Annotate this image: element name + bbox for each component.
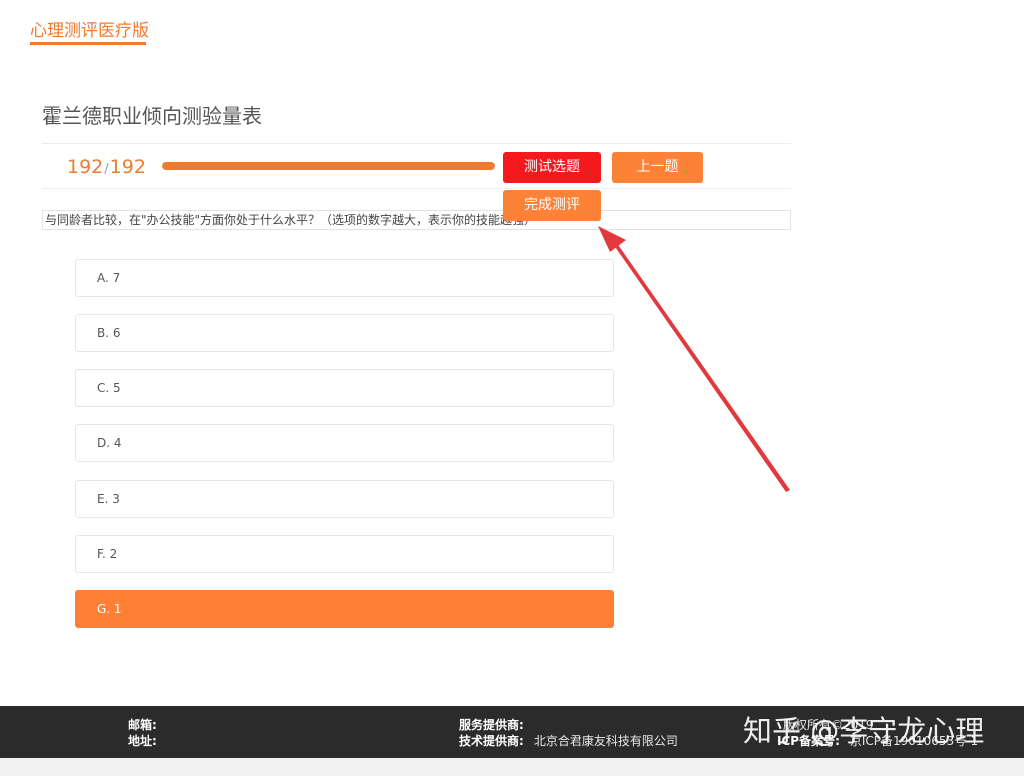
option-c[interactable]: C. 5 (75, 369, 614, 407)
brand-title[interactable]: 心理测评医疗版 (30, 20, 149, 42)
previous-question-button[interactable]: 上一题 (612, 152, 703, 183)
footer-service-provider-label: 服务提供商: (459, 718, 524, 732)
option-d[interactable]: D. 4 (75, 424, 614, 462)
progress-separator: / (104, 162, 109, 177)
option-a[interactable]: A. 7 (75, 259, 614, 297)
brand-underline (30, 42, 146, 45)
progress-total: 192 (109, 156, 146, 178)
select-questions-button[interactable]: 测试选题 (503, 152, 601, 183)
footer-tech-provider: 技术提供商: 北京合君康友科技有限公司 (459, 734, 678, 748)
footer-tech-provider-value: 北京合君康友科技有限公司 (533, 734, 678, 748)
divider-bottom (42, 188, 791, 189)
divider-top (42, 143, 791, 144)
option-b[interactable]: B. 6 (75, 314, 614, 352)
option-e[interactable]: E. 3 (75, 480, 614, 518)
progress-bar (162, 162, 495, 170)
progress-current: 192 (67, 156, 104, 178)
page-title: 霍兰德职业倾向测验量表 (42, 104, 262, 128)
option-g[interactable]: G. 1 (75, 590, 614, 628)
progress-counter: 192/192 (67, 155, 146, 182)
question-text: 与同龄者比较，在"办公技能"方面你处于什么水平？（选项的数字越大，表示你的技能越… (42, 210, 791, 230)
bottom-strip (0, 758, 1024, 776)
footer-email-label: 邮箱: (128, 718, 157, 732)
progress-bar-fill (162, 162, 495, 170)
option-f[interactable]: F. 2 (75, 535, 614, 573)
footer-address-label: 地址: (128, 734, 157, 748)
finish-test-button[interactable]: 完成测评 (503, 190, 601, 221)
watermark: 知乎 @李守龙心理 (743, 714, 985, 748)
